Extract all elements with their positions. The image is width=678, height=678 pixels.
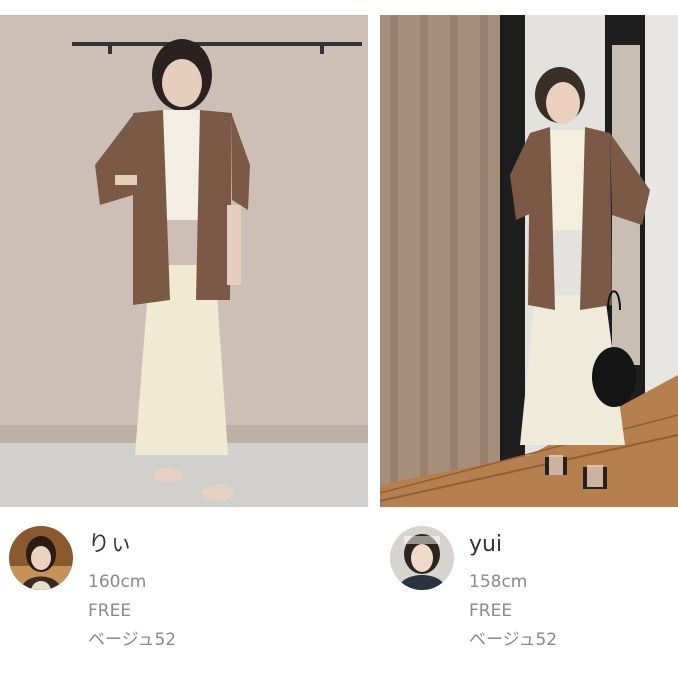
user-info: りぃ 160cm FREE ベージュ52 — [88, 530, 176, 655]
item-color: ベージュ52 — [88, 630, 177, 650]
outfit-photo[interactable] — [0, 15, 368, 507]
outfit-photo[interactable] — [380, 15, 678, 507]
user-info: yui 158cm FREE ベージュ52 — [469, 530, 557, 655]
coordinate-card-1[interactable]: りぃ 160cm FREE ベージュ52 — [0, 15, 368, 670]
user-name[interactable]: りぃ — [88, 530, 176, 560]
user-height: 158cm — [469, 572, 528, 592]
item-color: ベージュ52 — [469, 630, 558, 650]
user-avatar[interactable] — [9, 526, 73, 590]
user-name[interactable]: yui — [469, 530, 557, 560]
item-size: FREE — [88, 601, 132, 621]
coordinate-card-2[interactable]: yui 158cm FREE ベージュ52 — [380, 15, 678, 670]
user-height: 160cm — [88, 572, 147, 592]
user-avatar[interactable] — [390, 526, 454, 590]
item-size: FREE — [469, 601, 513, 621]
